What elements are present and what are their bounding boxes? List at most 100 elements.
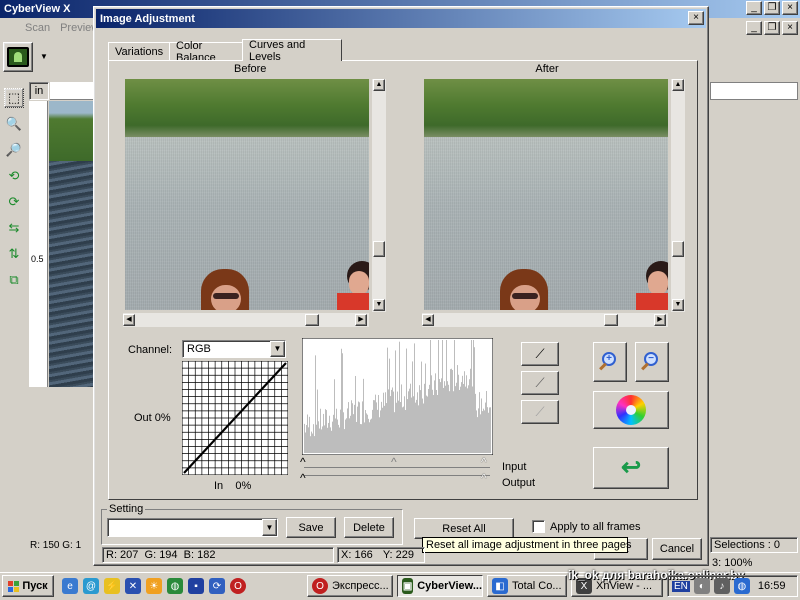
histogram-bar (326, 410, 327, 453)
histogram-bar (452, 370, 453, 453)
sync-icon[interactable]: ⟳ (209, 578, 225, 594)
flash-icon[interactable]: ⚡ (104, 578, 120, 594)
reset-all-button[interactable]: Reset All (414, 518, 514, 539)
histogram-bar (434, 380, 435, 453)
color-wheel-button[interactable] (593, 391, 669, 429)
tab-curves-and-levels[interactable]: Curves and Levels (242, 39, 342, 63)
scroll-down-arrow-icon[interactable]: ▼ (373, 299, 385, 311)
output-white-point-handle[interactable]: ^ (481, 472, 487, 484)
channel-select[interactable]: RGB ▼ (182, 340, 286, 358)
dialog-close-button[interactable]: × (688, 11, 704, 25)
minimize-button[interactable]: _ (746, 1, 762, 15)
scroll-right-arrow-icon[interactable]: ▶ (654, 314, 666, 326)
film-dropdown-arrow[interactable]: ▼ (40, 52, 48, 61)
task-button-total-commander[interactable]: ◧ Total Co... (487, 575, 567, 597)
histogram-bar (387, 347, 388, 453)
before-hscroll-thumb[interactable] (305, 314, 319, 326)
zoom-out-icon: − (641, 352, 662, 372)
before-vscroll-thumb[interactable] (373, 241, 385, 257)
cancel-button[interactable]: Cancel (652, 538, 702, 560)
input-level-track[interactable] (304, 460, 490, 468)
dialog-title: Image Adjustment (100, 12, 195, 25)
histogram-bar (385, 392, 386, 453)
after-hscroll-thumb[interactable] (604, 314, 618, 326)
output-level-track[interactable] (304, 475, 490, 478)
scroll-up-arrow-icon[interactable]: ▲ (672, 79, 684, 91)
zoom-out-tool-icon[interactable]: 🔎 (4, 140, 24, 160)
rotate-left-icon[interactable]: ⟲ (4, 166, 24, 186)
histogram-bar (306, 425, 307, 453)
menu-item-scan[interactable]: Scan (25, 22, 50, 34)
mdi-close-button[interactable]: × (782, 21, 798, 35)
before-vertical-scrollbar[interactable]: ▲ ▼ (372, 79, 386, 312)
histogram-bar (457, 365, 458, 453)
gray-pipette-button[interactable]: ⟋ (521, 371, 559, 395)
opera-icon: O (312, 578, 328, 594)
chevron-down-icon[interactable]: ▼ (262, 519, 277, 536)
flip-horizontal-icon[interactable]: ⇆ (4, 218, 24, 238)
apply-all-frames-checkbox[interactable] (532, 520, 545, 533)
start-button[interactable]: Пуск (2, 575, 54, 597)
scroll-left-arrow-icon[interactable]: ◀ (123, 314, 135, 326)
histogram-bar (367, 414, 368, 453)
globe-icon[interactable]: ◍ (167, 578, 183, 594)
after-horizontal-scrollbar[interactable]: ◀ ▶ (422, 313, 668, 327)
apply-button[interactable]: ↩ (593, 447, 669, 489)
output-black-point-handle[interactable]: ^ (300, 472, 306, 484)
setting-select[interactable]: ▼ (107, 518, 278, 537)
marquee-select-icon[interactable]: ⬚ (4, 88, 24, 108)
chevron-down-icon[interactable]: ▼ (270, 341, 285, 357)
histogram-bar (427, 396, 428, 453)
close-button[interactable]: × (782, 1, 798, 15)
sun-icon[interactable]: ☀ (146, 578, 162, 594)
zoom-out-button[interactable]: − (635, 342, 669, 382)
tray-globe-icon[interactable]: ◍ (733, 578, 750, 594)
tab-color-balance[interactable]: Color Balance (169, 40, 243, 64)
input-black-point-handle[interactable]: ^ (300, 456, 306, 468)
scroll-right-arrow-icon[interactable]: ▶ (355, 314, 367, 326)
delete-button[interactable]: Delete (344, 517, 394, 538)
input-gray-point-handle[interactable]: ^ (391, 456, 397, 468)
restore-button[interactable]: ❐ (764, 1, 780, 15)
input-white-point-handle[interactable]: ^ (481, 456, 487, 468)
scroll-up-arrow-icon[interactable]: ▲ (373, 79, 385, 91)
curve-grid[interactable] (182, 361, 288, 475)
before-horizontal-scrollbar[interactable]: ◀ ▶ (123, 313, 369, 327)
film-toolbar-button[interactable] (3, 42, 33, 72)
histogram-bar (412, 361, 413, 453)
volume-icon[interactable]: ♪ (713, 578, 730, 594)
scroll-left-arrow-icon[interactable]: ◀ (422, 314, 434, 326)
after-vertical-scrollbar[interactable]: ▲ ▼ (671, 79, 685, 312)
histogram-bar (343, 412, 344, 453)
save-button[interactable]: Save (286, 517, 336, 538)
histogram-bar (307, 414, 308, 453)
zoom-in-icon: + (599, 352, 620, 372)
mdi-minimize-button[interactable]: _ (746, 21, 762, 35)
task-button-express[interactable]: O Экспресс... (307, 575, 393, 597)
white-pipette-button[interactable]: ⟋ (521, 400, 559, 424)
language-indicator[interactable]: EN (672, 580, 690, 592)
explorer-icon[interactable]: e (62, 578, 78, 594)
histogram-bar (461, 382, 462, 453)
rotate-right-icon[interactable]: ⟳ (4, 192, 24, 212)
network-icon[interactable]: @ (83, 578, 99, 594)
save-disk-icon[interactable]: ▪ (188, 578, 204, 594)
histogram-bar (321, 429, 322, 453)
black-pipette-button[interactable]: ⟋ (521, 342, 559, 366)
opera-icon[interactable]: O (230, 578, 246, 594)
histogram-bar (469, 379, 470, 453)
histogram-bar (374, 400, 375, 453)
zoom-in-button[interactable]: + (593, 342, 627, 382)
tab-variations[interactable]: Variations (108, 42, 170, 61)
zoom-in-tool-icon[interactable]: 🔍 (4, 114, 24, 134)
crop-icon[interactable]: ⧉ (4, 270, 24, 290)
histogram-bar (489, 407, 490, 453)
after-vscroll-thumb[interactable] (672, 241, 684, 257)
flip-vertical-icon[interactable]: ⇅ (4, 244, 24, 264)
scroll-down-arrow-icon[interactable]: ▼ (672, 299, 684, 311)
tray-app-icon[interactable]: ◐ (693, 578, 710, 594)
task-button-cyberview[interactable]: ▣ CyberView... (397, 575, 483, 597)
tools-icon[interactable]: ✕ (125, 578, 141, 594)
histogram-bar (453, 391, 454, 453)
mdi-restore-button[interactable]: ❐ (764, 21, 780, 35)
